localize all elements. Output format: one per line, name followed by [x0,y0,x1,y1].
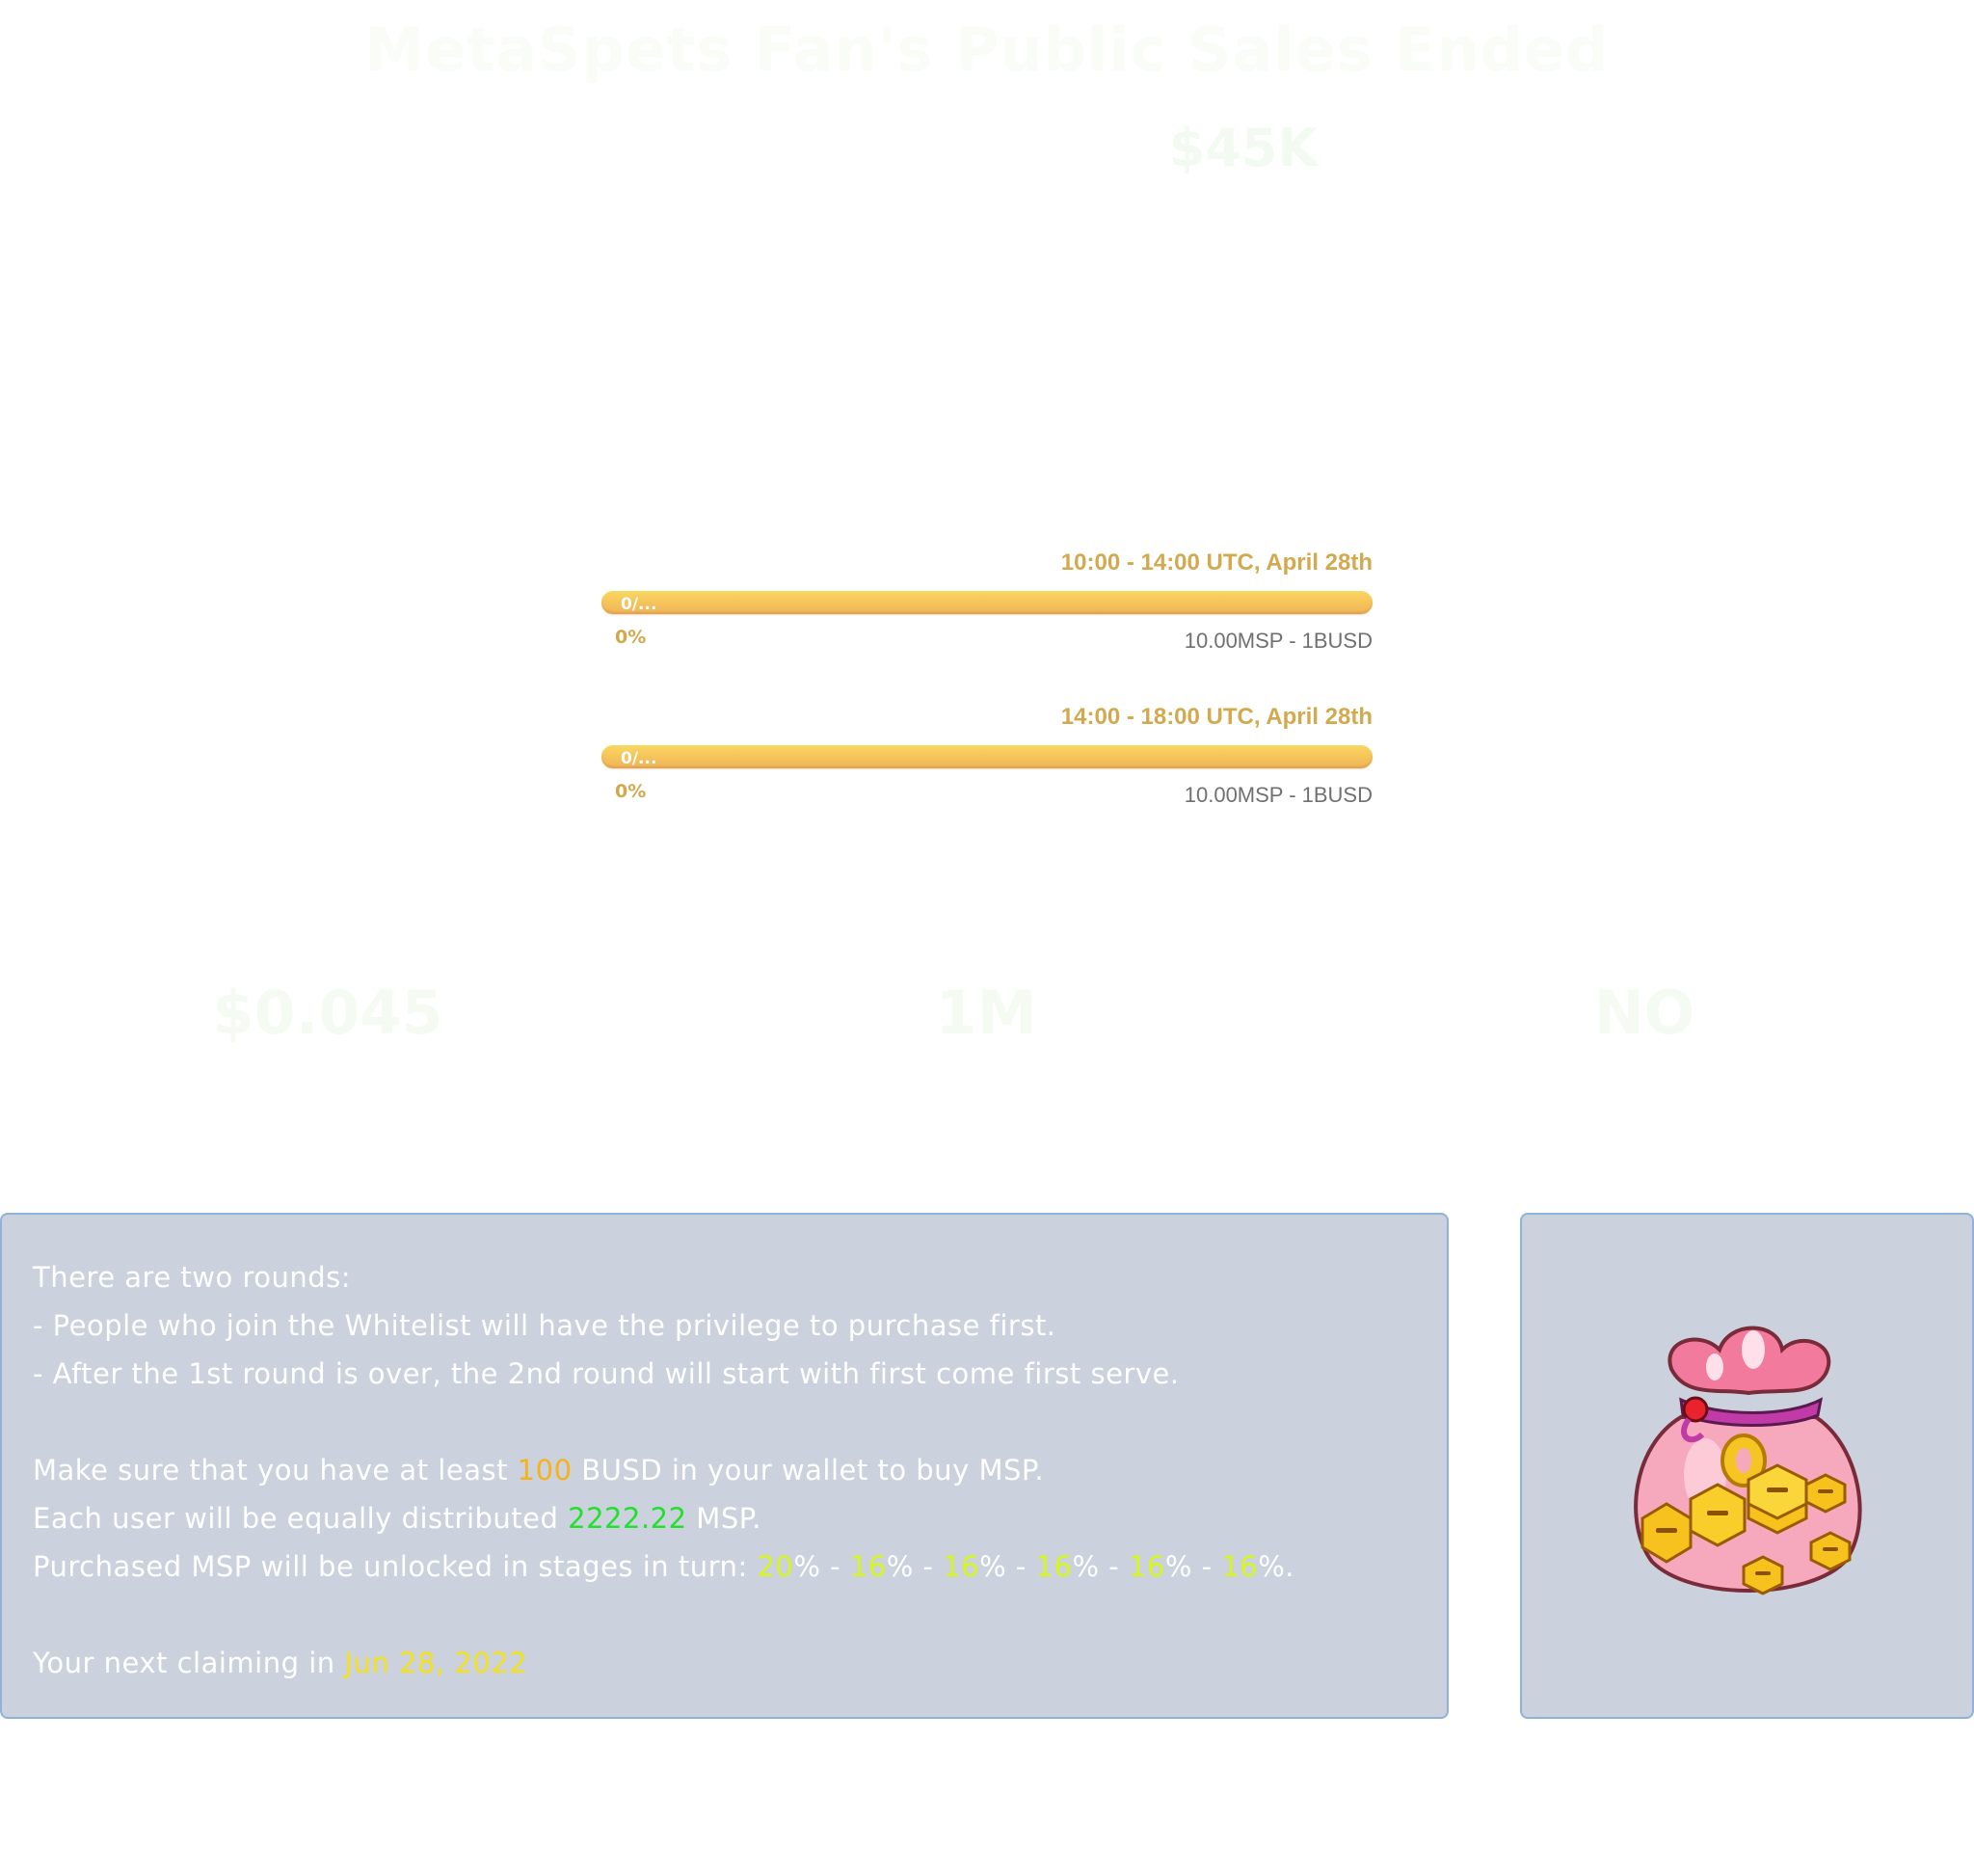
raised-amount: $45K [1168,118,1319,178]
round-1-bar-label: 0/... [621,595,657,614]
next-claim-date: Jun 28, 2022 [344,1647,528,1679]
round-2-bar-label: 0/... [621,749,657,768]
sale-info-panel: There are two rounds: - People who join … [0,1213,1449,1719]
info-line-rounds: There are two rounds: [33,1261,352,1294]
distribution-amount: 2222.22 [568,1502,687,1535]
info-line-unlock: Purchased MSP will be unlocked in stages… [33,1550,1294,1583]
reward-image-panel [1520,1213,1974,1719]
unlock-stage: 16 [1221,1550,1259,1583]
unlock-stage: 20 [757,1550,794,1583]
round-1: 10:00 - 14:00 UTC, April 28th 0/... 0% 1… [601,549,1373,675]
round-2-progress-bar: 0/... [601,745,1373,768]
stat-vesting: NO [1593,978,1695,1048]
stat-supply: 1M [935,978,1037,1048]
unlock-stage: 16 [1035,1550,1073,1583]
round-1-rate: 10.00MSP - 1BUSD [1184,629,1373,653]
unlock-stage: 16 [849,1550,887,1583]
info-line-claim: Your next claiming in Jun 28, 2022 [33,1647,528,1679]
coin-bag-icon [1634,1326,1862,1595]
round-1-percent: 0% [615,627,647,648]
round-2: 14:00 - 18:00 UTC, April 28th 0/... 0% 1… [601,704,1373,829]
round-2-rate: 10.00MSP - 1BUSD [1184,783,1373,807]
unlock-stage: 16 [1128,1550,1165,1583]
info-line-second-round: - After the 1st round is over, the 2nd r… [33,1357,1180,1390]
page-title: MetaSpets Fan's Public Sales Ended [364,14,1610,85]
unlock-stage: 16 [943,1550,980,1583]
round-2-time: 14:00 - 18:00 UTC, April 28th [1060,704,1373,730]
info-line-distribution: Each user will be equally distributed 22… [33,1502,761,1535]
round-1-time: 10:00 - 14:00 UTC, April 28th [1060,549,1373,576]
stat-price: $0.045 [212,978,443,1048]
round-2-percent: 0% [615,781,647,802]
info-line-minimum: Make sure that you have at least 100 BUS… [33,1454,1045,1487]
round-1-progress-bar: 0/... [601,591,1373,614]
info-line-whitelist: - People who join the Whitelist will hav… [33,1309,1056,1342]
minimum-amount: 100 [517,1454,573,1487]
